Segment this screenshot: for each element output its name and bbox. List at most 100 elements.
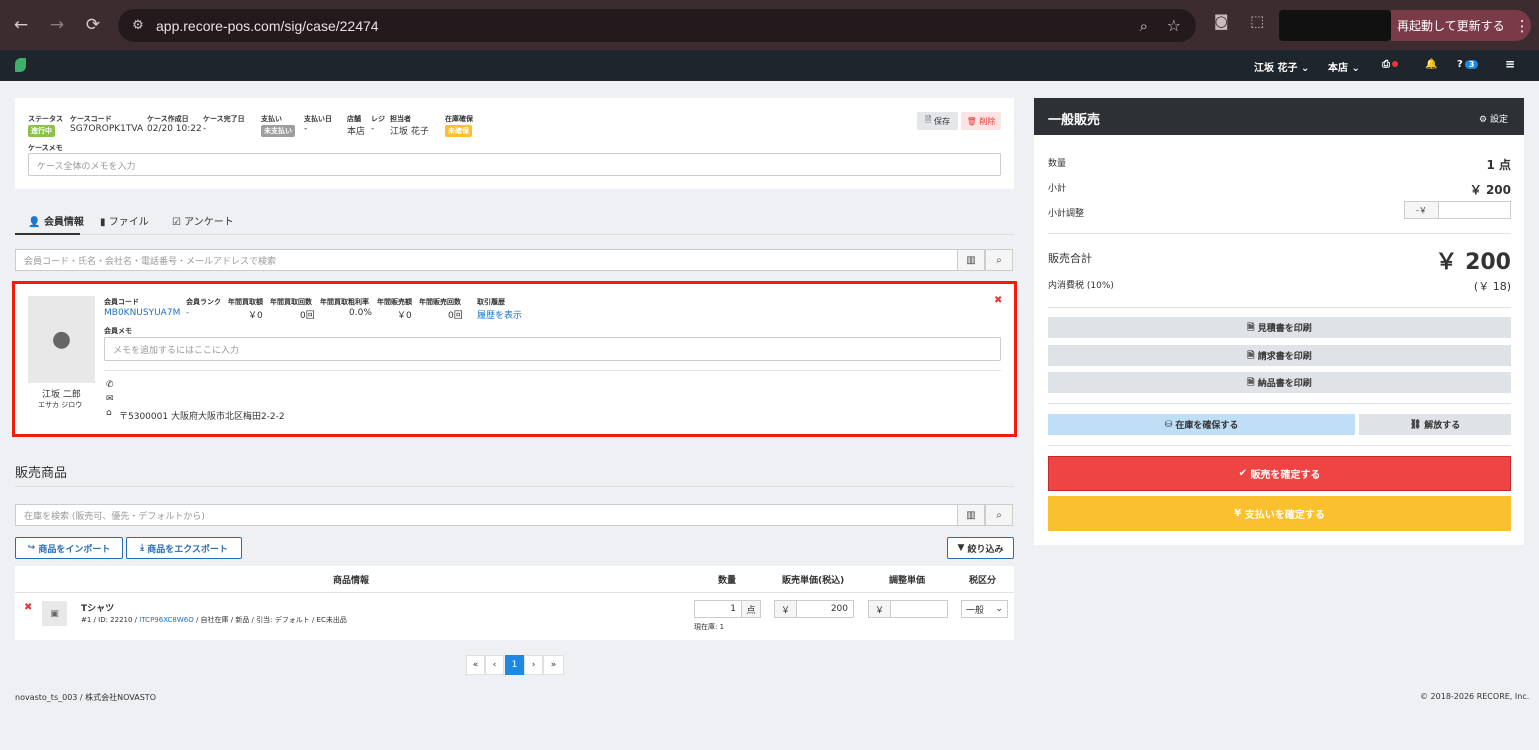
extensions-icon[interactable]: ⬚ [1250, 12, 1264, 30]
search-icon[interactable]: ⌕ [985, 249, 1013, 271]
bell-icon[interactable]: 🔔 [1425, 59, 1437, 70]
boxes-icon: ⛁ [1164, 419, 1173, 430]
user-icon: 👤 [28, 217, 41, 228]
app-navbar: 江坂 花子 ⌄ 本店 ⌄ ⎙ 🔔 ? 3 ≡ [0, 50, 1539, 81]
qty-input[interactable]: 1 [695, 604, 741, 614]
print-estimate-button[interactable]: 🗎 見積書を印刷 [1048, 317, 1511, 338]
pager-last[interactable]: » [543, 655, 564, 675]
print-invoice-button[interactable]: 🗎 請求書を印刷 [1048, 345, 1511, 366]
import-button[interactable]: ↪ 商品をインポート [15, 537, 123, 559]
stock-barcode-icon[interactable]: ▥ [957, 504, 985, 526]
tax-label: 内消費税 (10%) [1048, 281, 1114, 291]
pager-first[interactable]: « [466, 655, 485, 675]
price-input[interactable]: 200 [797, 604, 853, 614]
print-delivery-button[interactable]: 🗎 納品書を印刷 [1048, 372, 1511, 393]
product-code-link[interactable]: ITCP96XC8W6O [139, 616, 193, 624]
forward-icon[interactable]: → [42, 10, 72, 40]
th-adjust: 調整単価 [889, 576, 926, 586]
remove-member-icon[interactable]: ✖ [994, 295, 1002, 306]
divider [1048, 307, 1511, 308]
tax-select[interactable]: 一般 ⌄ [961, 600, 1008, 618]
help-icon[interactable]: ? 3 [1457, 59, 1479, 70]
user-name: 江坂 花子 [1254, 63, 1298, 74]
divider [1048, 445, 1511, 446]
settings-link[interactable]: ⚙ 設定 [1479, 112, 1508, 125]
tab-file[interactable]: ▮ ファイル [100, 213, 149, 228]
back-icon[interactable]: ← [6, 10, 36, 40]
product-meta-prefix: #1 / ID: 22210 / [81, 616, 140, 624]
address-bar[interactable]: ⚙ app.recore-pos.com/sig/case/22474 ⌕ ☆ [118, 9, 1196, 42]
release-button[interactable]: ⛓ 解放する [1359, 414, 1511, 435]
member-kana: エサカ ジロウ [38, 401, 83, 409]
divider [1048, 233, 1511, 234]
zoom-icon[interactable]: ⌕ [1140, 17, 1148, 35]
filter-button[interactable]: ▼ 絞り込み [947, 537, 1014, 559]
member-search-input[interactable]: 会員コード・氏名・会社名・電話番号・メールアドレスで検索 [15, 249, 958, 271]
printer-icon[interactable]: ⎙ [1382, 59, 1398, 70]
user-menu[interactable]: 江坂 花子 ⌄ [1254, 59, 1309, 74]
bookmark-star-icon[interactable]: ☆ [1167, 16, 1181, 35]
app-logo[interactable] [15, 58, 26, 72]
confirm-payment-button[interactable]: ¥ 支払いを確定する [1048, 496, 1511, 531]
trash-icon: 🗑 [966, 116, 977, 126]
th-info: 商品情報 [333, 576, 370, 586]
paydate-value: - [304, 124, 308, 134]
hamburger-icon[interactable]: ≡ [1505, 57, 1515, 71]
th-qty: 数量 [718, 576, 737, 586]
export-label: 商品をエクスポート [147, 544, 228, 555]
adjust-label: 小計調整 [1048, 209, 1085, 219]
member-code-link[interactable]: MB0KNUSYUA7M [104, 308, 180, 318]
pager-next[interactable]: › [524, 655, 543, 675]
save-button[interactable]: 🗎 保存 [917, 112, 958, 130]
created-value: 02/20 10:22 [147, 124, 202, 134]
member-memo-input[interactable]: メモを追加するにはここに入力 [104, 337, 1001, 361]
confirm-sale-button[interactable]: ✔ 販売を確定する [1048, 456, 1511, 491]
camera-icon[interactable]: ◙ [1214, 12, 1229, 30]
stock-search-input[interactable]: 在庫を検索 (販売可、優先・デフォルトから) [15, 504, 958, 526]
filter-label: 絞り込み [967, 544, 1004, 555]
export-button[interactable]: ⤓ 商品をエクスポート [126, 537, 242, 559]
tab-survey[interactable]: ☑ アンケート [172, 213, 234, 228]
tab-survey-label: アンケート [184, 217, 234, 228]
member-card: ● 江坂 二郎 エサカ ジロウ 会員コード MB0KNUSYUA7M 会員ランク… [12, 281, 1017, 437]
th-price: 販売単価(税込) [782, 576, 845, 586]
pager-current[interactable]: 1 [505, 655, 524, 675]
case-memo-input[interactable]: ケース全体のメモを入力 [28, 153, 1001, 176]
total-value: ￥ 200 [1435, 250, 1511, 275]
yen-icon: ¥ [1234, 508, 1242, 519]
browser-toolbar: ← → ⟳ ⚙ app.recore-pos.com/sig/case/2247… [0, 0, 1539, 50]
share-icon: ↪ [27, 543, 36, 553]
payment-badge: 未支払い [261, 125, 295, 137]
relaunch-button[interactable]: 再起動して更新する ⋮ [1391, 10, 1531, 41]
file-icon: ▮ [100, 217, 106, 228]
store-name: 本店 [1328, 63, 1348, 74]
member-memo-label: 会員メモ [104, 327, 132, 335]
pager-prev[interactable]: ‹ [485, 655, 504, 675]
qty-input-group: 1 点 [694, 600, 761, 618]
menu-dots-icon[interactable]: ⋮ [1515, 17, 1530, 35]
reserve-stock-button[interactable]: ⛁ 在庫を確保する [1048, 414, 1355, 435]
tab-member[interactable]: 👤 会員情報 [28, 213, 84, 228]
qty-label: 数量 [1048, 159, 1067, 169]
store-menu[interactable]: 本店 ⌄ [1328, 59, 1360, 74]
stock-search-icon[interactable]: ⌕ [985, 504, 1013, 526]
footer-left: novasto_ts_003 / 株式会社NOVASTO [15, 693, 156, 702]
remove-item-icon[interactable]: ✖ [24, 602, 32, 613]
import-label: 商品をインポート [38, 544, 111, 555]
save-label: 保存 [933, 116, 950, 126]
phone-icon: ✆ [106, 380, 114, 390]
delete-button[interactable]: 🗑 削除 [961, 112, 1001, 130]
download-icon: ⤓ [140, 543, 145, 553]
status-badge: 進行中 [28, 125, 55, 137]
barcode-icon[interactable]: ▥ [957, 249, 985, 271]
delete-label: 削除 [979, 116, 996, 126]
site-info-icon[interactable]: ⚙ [128, 18, 148, 33]
sale-amount-label: 年間販売額 [377, 298, 412, 306]
table-header-divider [15, 592, 1014, 593]
subtotal-value: ￥ 200 [1469, 183, 1511, 197]
buy-count-value: 0回 [300, 311, 315, 321]
active-tab-indicator [15, 233, 80, 235]
reload-icon[interactable]: ⟳ [78, 10, 108, 40]
history-link[interactable]: 履歴を表示 [477, 308, 522, 321]
reserve-label: 在庫を確保する [1175, 421, 1239, 431]
